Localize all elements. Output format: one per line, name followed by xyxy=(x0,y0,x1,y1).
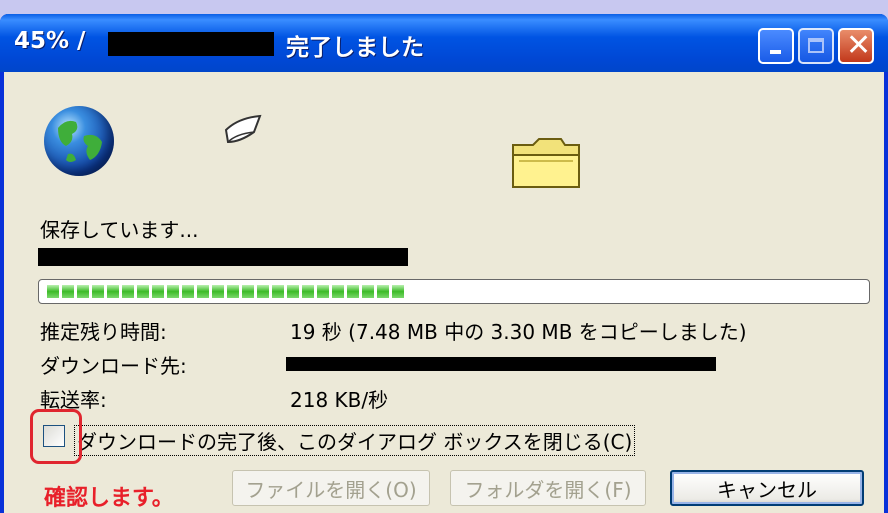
minimize-button[interactable] xyxy=(758,28,794,64)
progress-segment xyxy=(377,285,389,298)
maximize-icon xyxy=(808,38,824,53)
download-dialog: 45% / 完了しました ✕ 保存しています... 推定残り時間: 19 秒 (… xyxy=(0,14,888,513)
remaining-time-value: 19 秒 (7.48 MB 中の 3.30 MB をコピーしました) xyxy=(290,320,747,344)
redacted-source-url xyxy=(38,248,408,266)
progress-segment xyxy=(242,285,254,298)
progress-segment xyxy=(392,285,404,298)
progress-segment xyxy=(362,285,374,298)
progress-segment xyxy=(272,285,284,298)
progress-segment xyxy=(167,285,179,298)
transfer-rate-value: 218 KB/秒 xyxy=(290,388,389,412)
progress-segment xyxy=(152,285,164,298)
progress-segment xyxy=(107,285,119,298)
redacted-destination-path xyxy=(286,357,716,371)
progress-segment xyxy=(62,285,74,298)
annotation-note: 確認します。 xyxy=(44,486,174,511)
progress-segment xyxy=(47,285,59,298)
progress-segment xyxy=(287,285,299,298)
title-bar[interactable]: 45% / 完了しました ✕ xyxy=(0,14,888,72)
progress-segment xyxy=(347,285,359,298)
globe-icon xyxy=(44,106,114,176)
cancel-button[interactable]: キャンセル xyxy=(670,470,864,506)
progress-fill xyxy=(47,285,404,298)
close-icon: ✕ xyxy=(846,28,872,63)
destination-label: ダウンロード先: xyxy=(40,354,187,378)
download-progress-bar xyxy=(38,279,870,304)
minimize-icon xyxy=(770,50,781,54)
progress-segment xyxy=(122,285,134,298)
close-button[interactable]: ✕ xyxy=(838,28,874,64)
progress-segment xyxy=(227,285,239,298)
window-title-suffix: 完了しました xyxy=(286,35,424,61)
maximize-button[interactable] xyxy=(798,28,834,64)
saving-label: 保存しています... xyxy=(40,218,199,242)
progress-segment xyxy=(77,285,89,298)
progress-segment xyxy=(197,285,209,298)
folder-icon xyxy=(512,138,580,188)
open-folder-button[interactable]: フォルダを開く(F) xyxy=(450,470,646,506)
annotation-highlight-box xyxy=(30,409,82,464)
close-on-complete-label[interactable]: ダウンロードの完了後、このダイアログ ボックスを閉じる(C) xyxy=(74,425,636,456)
progress-segment xyxy=(182,285,194,298)
progress-segment xyxy=(257,285,269,298)
open-file-button[interactable]: ファイルを開く(O) xyxy=(232,470,430,506)
remaining-time-label: 推定残り時間: xyxy=(40,320,167,344)
progress-segment xyxy=(317,285,329,298)
redacted-filename xyxy=(108,32,274,56)
progress-segment xyxy=(212,285,224,298)
progress-segment xyxy=(137,285,149,298)
flying-document-icon xyxy=(224,114,262,144)
progress-segment xyxy=(332,285,344,298)
dialog-body: 保存しています... 推定残り時間: 19 秒 (7.48 MB 中の 3.30… xyxy=(4,72,884,513)
progress-segment xyxy=(302,285,314,298)
window-title-prefix: 45% / xyxy=(14,28,94,54)
progress-segment xyxy=(92,285,104,298)
